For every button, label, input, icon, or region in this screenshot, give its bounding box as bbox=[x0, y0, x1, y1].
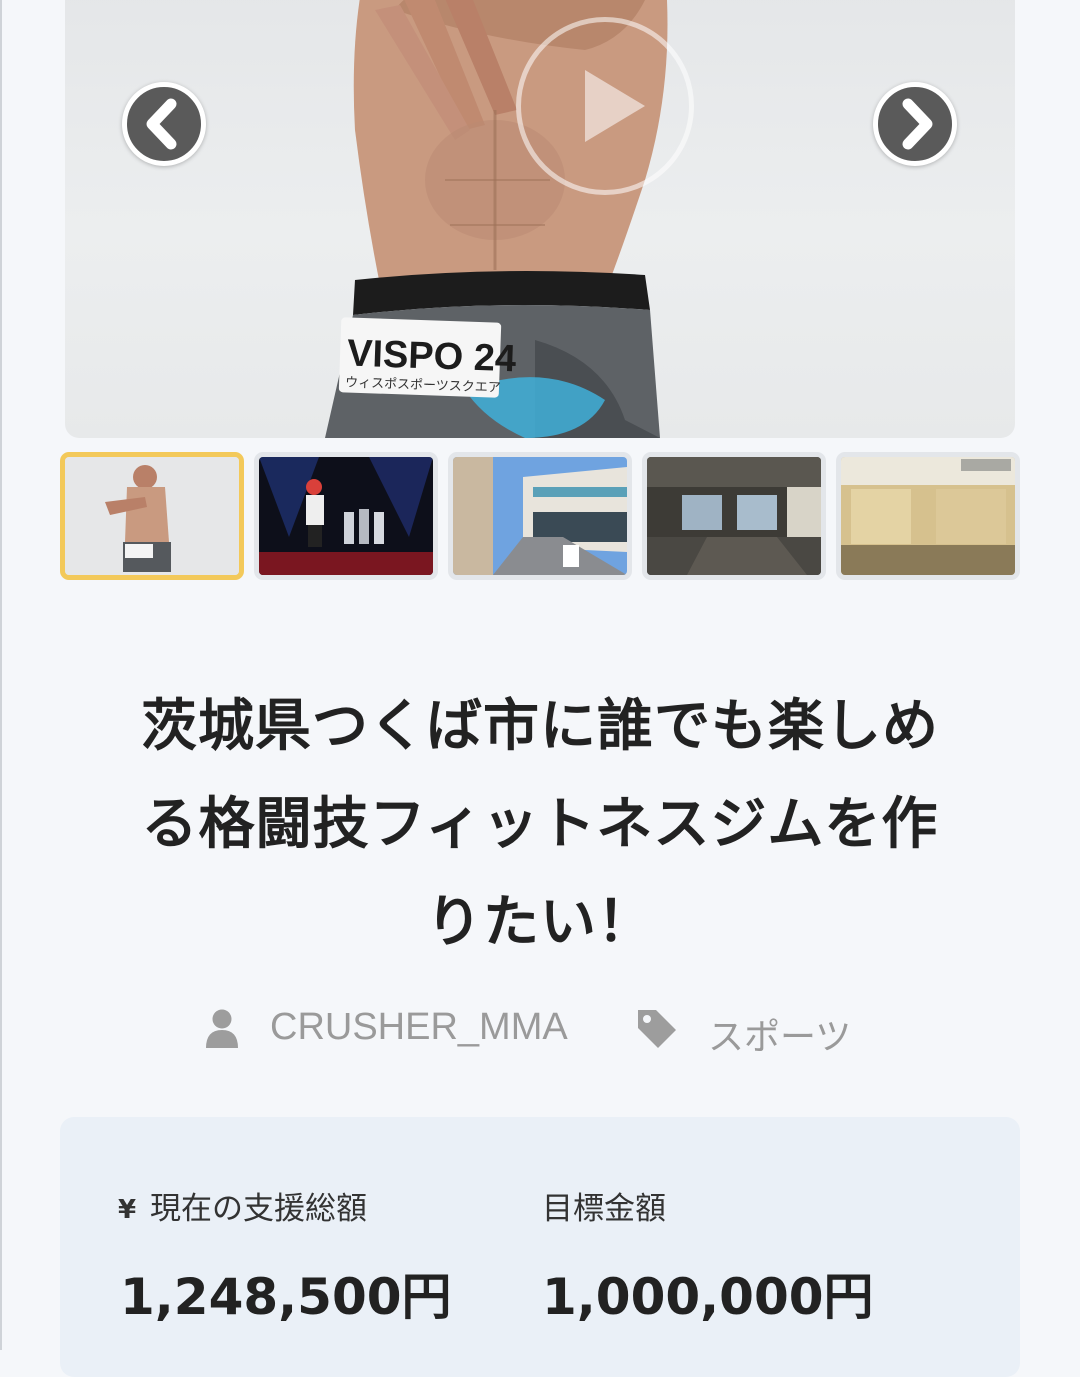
goal-amount-label: 目標金額 bbox=[542, 1191, 666, 1227]
slider-prev-button[interactable] bbox=[122, 82, 206, 166]
shorts-logo-text: VISPO 24 bbox=[346, 332, 516, 380]
project-title-line: 茨城県つくば市に誰でも楽しめ bbox=[141, 694, 939, 759]
user-icon bbox=[206, 1009, 238, 1048]
thumbnail-image bbox=[65, 457, 239, 575]
chevron-right-icon bbox=[902, 98, 933, 150]
project-meta: CRUSHER_MMA スポーツ bbox=[0, 1000, 1080, 1058]
current-funding-amount: 1,248,500円 bbox=[120, 1268, 452, 1326]
thumbnail-2[interactable] bbox=[254, 452, 438, 580]
thumbnail-image bbox=[841, 457, 1015, 575]
tag-icon bbox=[638, 1010, 676, 1048]
play-icon bbox=[585, 70, 645, 142]
yen-icon: ¥ bbox=[118, 1195, 137, 1225]
project-category-link[interactable]: スポーツ bbox=[708, 1008, 851, 1060]
page-edge-divider bbox=[0, 0, 2, 1350]
thumbnail-image bbox=[453, 457, 627, 575]
current-funding-label: 現在の支援総額 bbox=[150, 1191, 367, 1227]
thumbnail-1[interactable] bbox=[60, 452, 244, 580]
goal-amount-value: 1,000,000円 bbox=[542, 1268, 874, 1326]
thumbnail-3[interactable] bbox=[448, 452, 632, 580]
project-title: 茨城県つくば市に誰でも楽しめ る格闘技フィットネスジムを作 りたい！ bbox=[70, 678, 1010, 972]
thumbnail-strip bbox=[60, 452, 1022, 582]
thumbnail-image bbox=[259, 457, 433, 575]
project-title-line: る格闘技フィットネスジムを作 bbox=[141, 792, 939, 857]
slider-next-button[interactable] bbox=[873, 82, 957, 166]
chevron-left-icon bbox=[146, 98, 177, 150]
project-owner-link[interactable]: CRUSHER_MMA bbox=[270, 1006, 568, 1049]
thumbnail-image bbox=[647, 457, 821, 575]
project-hero-slider[interactable]: VISPO 24 ウィスポスポーツスクエア bbox=[65, 0, 1015, 438]
thumbnail-4[interactable] bbox=[642, 452, 826, 580]
video-play-button[interactable] bbox=[516, 17, 694, 195]
thumbnail-5[interactable] bbox=[836, 452, 1020, 580]
funding-summary-card: ¥ 現在の支援総額 1,248,500円 目標金額 1,000,000円 bbox=[60, 1117, 1020, 1377]
project-title-line: りたい！ bbox=[426, 890, 654, 955]
